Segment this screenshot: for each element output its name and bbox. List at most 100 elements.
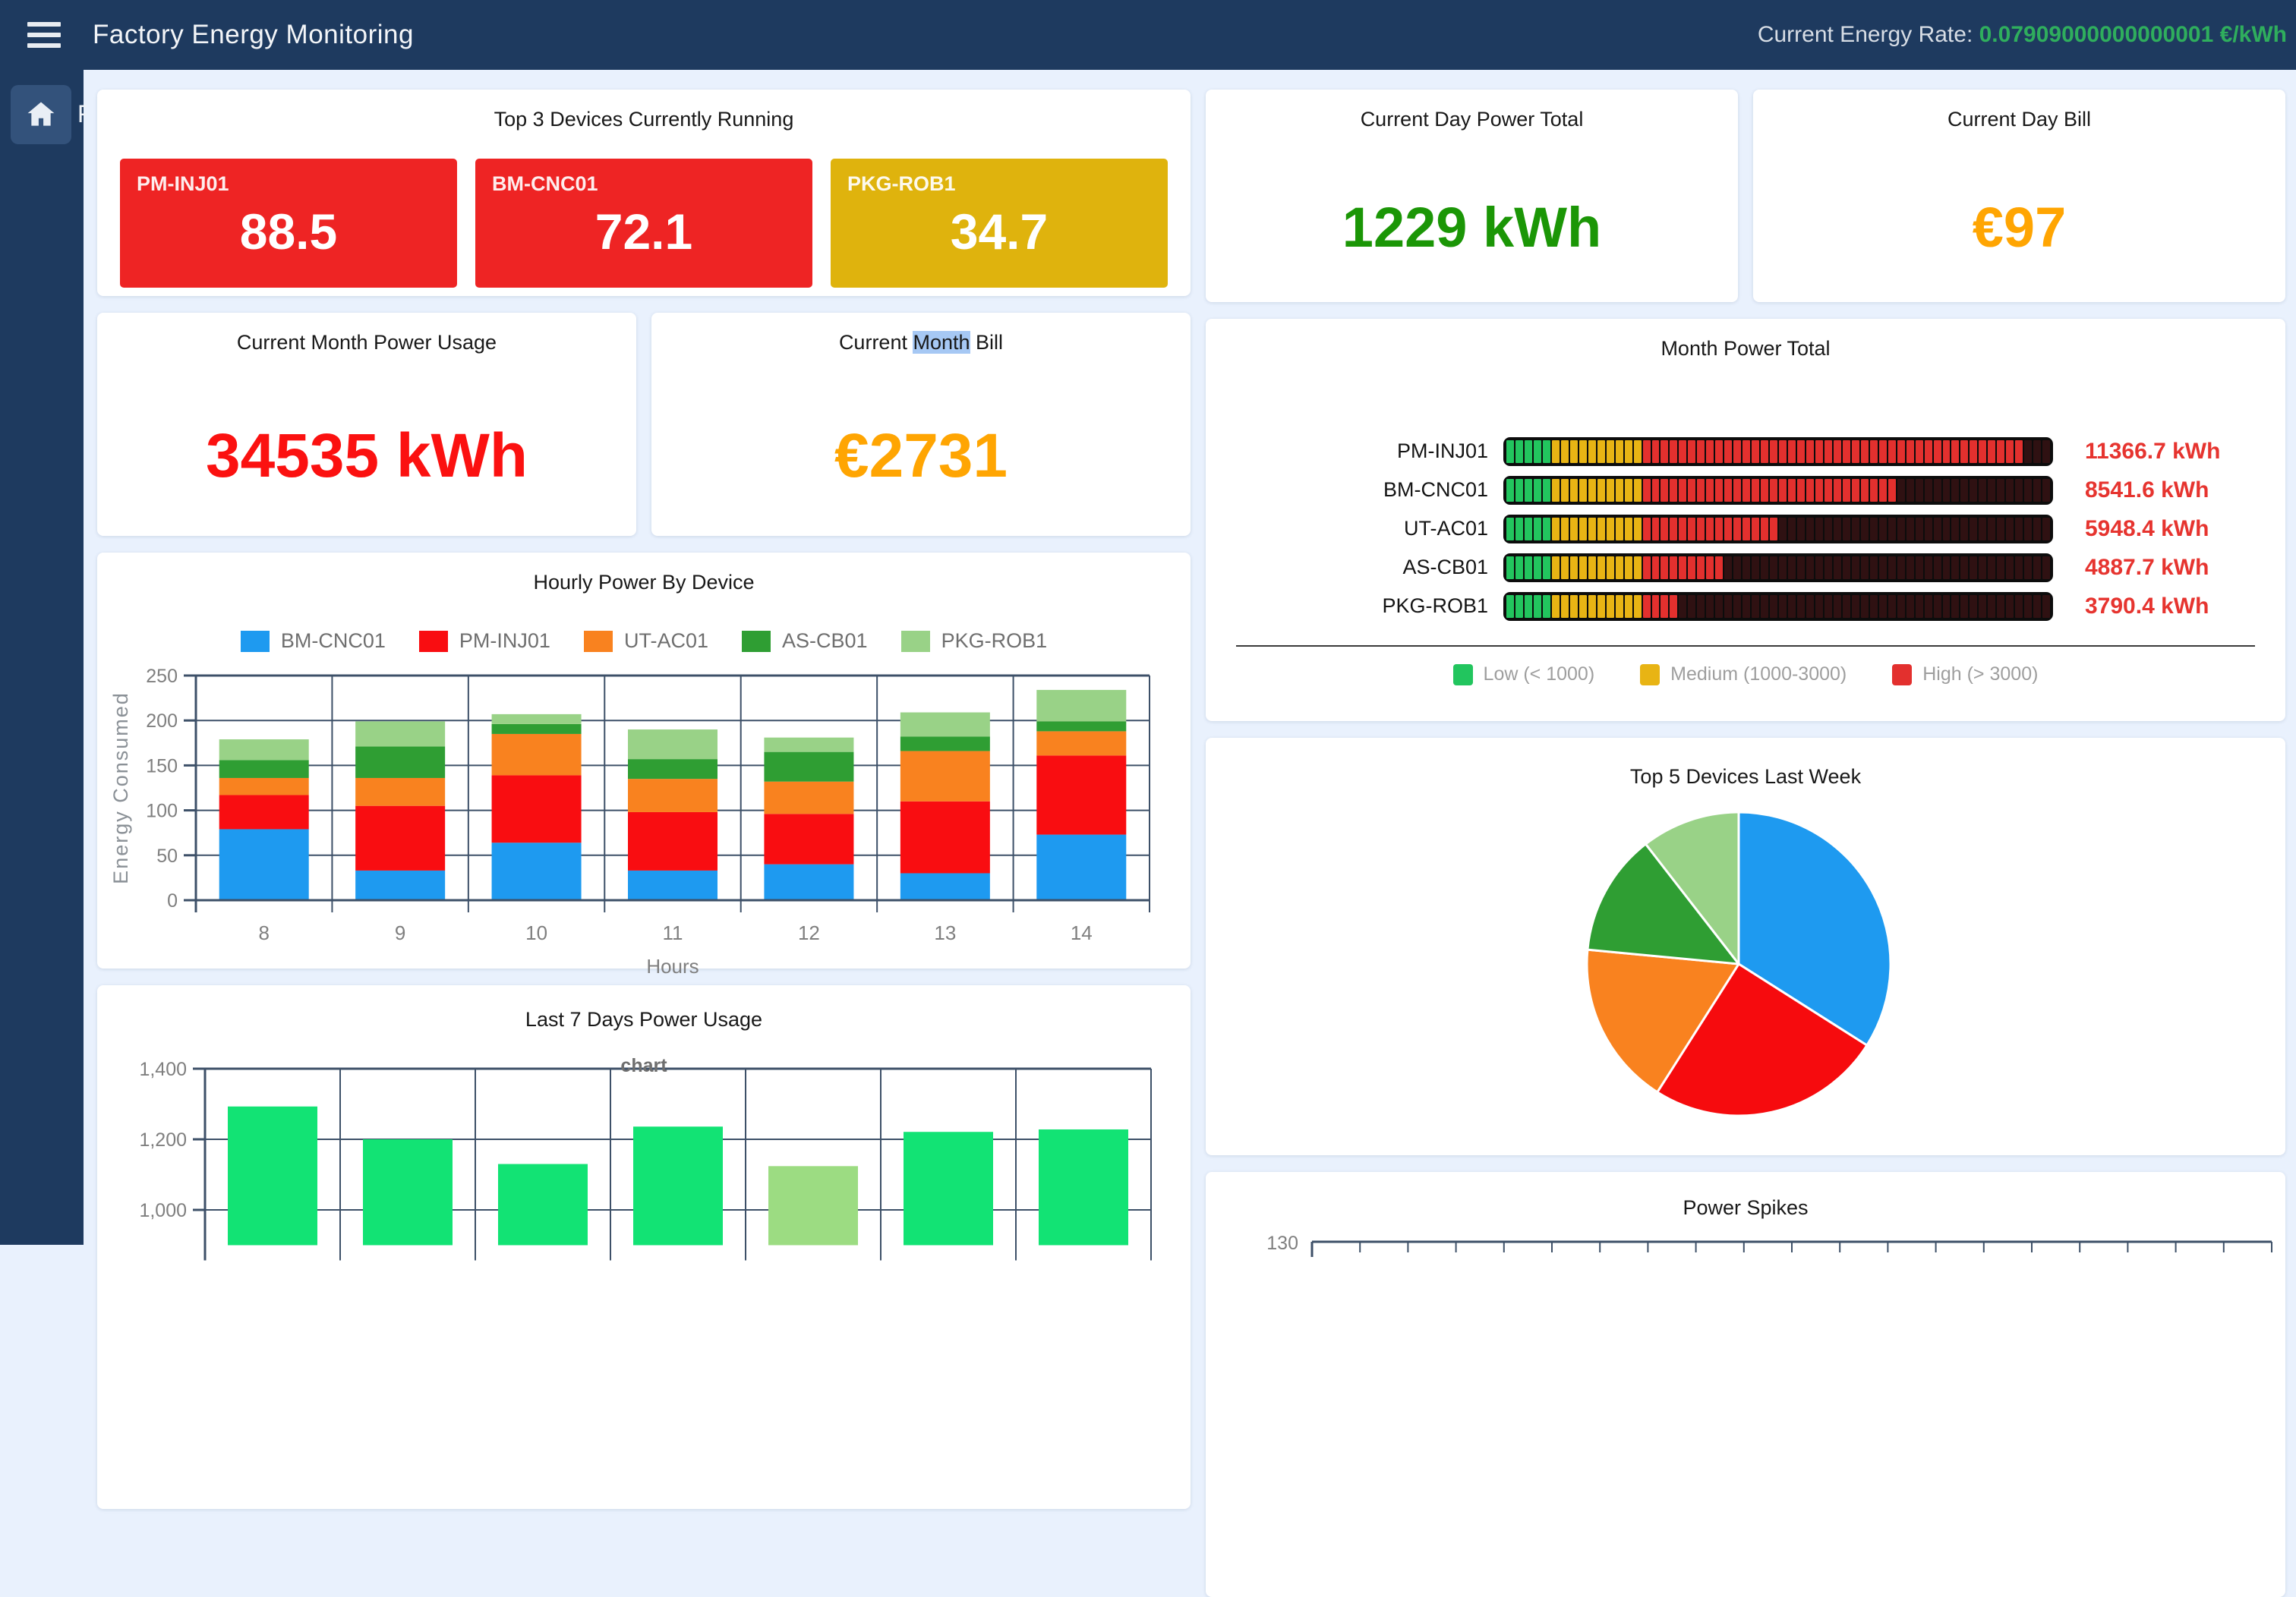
month-total-legend: Low (< 1000) Medium (1000-3000) High (> 30… xyxy=(1206,663,2285,685)
day-power-title: Current Day Power Total xyxy=(1206,90,1738,131)
energy-rate-label: Current Energy Rate: xyxy=(1758,22,1973,47)
gauge-bar xyxy=(1503,592,2053,621)
last7-title: Last 7 Days Power Usage xyxy=(97,1008,1191,1032)
energy-rate-unit: €/kWh xyxy=(2220,22,2287,47)
day-power-value: 1229 kWh xyxy=(1206,142,1738,313)
legend-item: Low (< 1000) xyxy=(1453,663,1595,685)
svg-text:0: 0 xyxy=(167,890,178,912)
legend-swatch xyxy=(419,631,448,652)
svg-text:1,000: 1,000 xyxy=(139,1200,187,1221)
panel-hourly-power: Hourly Power By Device BM-CNC01 PM-INJ01 U… xyxy=(97,553,1191,969)
gauge-row: UT-AC015948.4 kWh xyxy=(1206,509,2285,548)
month-total-title: Month Power Total xyxy=(1206,319,2285,361)
legend-item: PM-INJ01 xyxy=(419,629,550,653)
legend-item: BM-CNC01 xyxy=(241,629,386,653)
legend-swatch xyxy=(1640,664,1660,685)
panel-power-spikes: Power Spikes 130 xyxy=(1206,1172,2285,1597)
gauge-device-label: PM-INJ01 xyxy=(1206,439,1503,463)
legend-swatch xyxy=(1453,664,1473,685)
legend-item: High (> 3000) xyxy=(1892,663,2038,685)
dashboard-content: Top 3 Devices Currently Running PM-INJ01… xyxy=(84,70,2296,1245)
svg-text:150: 150 xyxy=(146,755,178,776)
top5-pie-chart xyxy=(1206,738,2285,1155)
gauge-row: PM-INJ01 11366.7 kWh xyxy=(1206,432,2285,471)
svg-text:Hours: Hours xyxy=(646,955,699,978)
gauge-bar xyxy=(1503,437,2053,466)
legend-item: PKG-ROB1 xyxy=(901,629,1048,653)
menu-icon[interactable] xyxy=(27,22,61,48)
month-power-title: Current Month Power Usage xyxy=(97,313,636,354)
spikes-title: Power Spikes xyxy=(1206,1196,2285,1220)
gauge-bar xyxy=(1503,553,2053,582)
gauge-row: PKG-ROB13790.4 kWh xyxy=(1206,587,2285,625)
panel-last7-days: Last 7 Days Power Usage chart 1,4001,200… xyxy=(97,985,1191,1509)
device-card-name: PKG-ROB1 xyxy=(847,172,956,196)
gauge-row: AS-CB01 4887.7 kWh xyxy=(1206,548,2285,587)
power-spikes-chart: 130 xyxy=(1206,1172,2285,1597)
panel-top3-title: Top 3 Devices Currently Running xyxy=(97,90,1191,131)
legend-item: UT-AC01 xyxy=(584,629,708,653)
svg-text:10: 10 xyxy=(525,921,547,944)
app-title: Factory Energy Monitoring xyxy=(93,20,414,50)
panel-month-total: Month Power Total PM-INJ01 11366.7 kWh BM-… xyxy=(1206,319,2285,721)
panel-top5-pie: Top 5 Devices Last Week xyxy=(1206,738,2285,1155)
svg-text:130: 130 xyxy=(1266,1233,1298,1254)
gauge-bar xyxy=(1503,476,2053,505)
clipped-nav-label: F xyxy=(77,100,87,131)
gauge-row: BM-CNC01 8541.6 kWh xyxy=(1206,471,2285,509)
hourly-legend: BM-CNC01 PM-INJ01 UT-AC01 AS-CB01 PKG-ROB1 xyxy=(97,629,1191,653)
svg-text:Energy Consumed: Energy Consumed xyxy=(109,691,132,884)
panel-top3-devices: Top 3 Devices Currently Running PM-INJ01… xyxy=(97,90,1191,296)
device-card-value: 88.5 xyxy=(120,203,457,260)
device-card-name: BM-CNC01 xyxy=(492,172,598,196)
last7-subtitle: chart xyxy=(97,1055,1191,1077)
hourly-title: Hourly Power By Device xyxy=(97,553,1191,594)
home-icon xyxy=(24,98,58,131)
month-total-gauges: PM-INJ01 11366.7 kWh BM-CNC01 8541.6 kWh UT-… xyxy=(1206,432,2285,625)
svg-text:250: 250 xyxy=(146,666,178,687)
legend-swatch xyxy=(901,631,930,652)
legend-swatch xyxy=(584,631,613,652)
legend-swatch xyxy=(1892,664,1912,685)
day-bill-value: €97 xyxy=(1753,142,2285,313)
svg-text:1,200: 1,200 xyxy=(139,1129,187,1151)
pie-title: Top 5 Devices Last Week xyxy=(1206,765,2285,789)
svg-text:12: 12 xyxy=(798,921,820,944)
svg-text:100: 100 xyxy=(146,801,178,822)
svg-text:11: 11 xyxy=(663,921,683,944)
gauge-device-label: BM-CNC01 xyxy=(1206,478,1503,502)
gauge-value: 11366.7 kWh xyxy=(2085,439,2220,465)
divider xyxy=(1236,645,2255,647)
home-button[interactable] xyxy=(11,85,71,144)
svg-text:200: 200 xyxy=(146,710,178,732)
panel-month-power: Current Month Power Usage 34535 kWh xyxy=(97,313,636,536)
legend-swatch xyxy=(241,631,270,652)
sidebar: F xyxy=(0,70,84,1245)
selected-text: Month xyxy=(913,331,970,354)
panel-day-power: Current Day Power Total 1229 kWh xyxy=(1206,90,1738,302)
gauge-device-label: AS-CB01 xyxy=(1206,556,1503,579)
device-cards: PM-INJ01 88.5 BM-CNC01 72.1 PKG-ROB1 34.… xyxy=(97,131,1191,288)
legend-item: AS-CB01 xyxy=(742,629,868,653)
gauge-bar xyxy=(1503,515,2053,543)
device-card: PM-INJ01 88.5 xyxy=(120,159,457,288)
gauge-value: 5948.4 kWh xyxy=(2085,516,2209,542)
gauge-value: 4887.7 kWh xyxy=(2085,555,2209,581)
legend-swatch xyxy=(742,631,771,652)
energy-rate-value: 0.07909000000000001 xyxy=(1979,22,2214,47)
panel-day-bill: Current Day Bill €97 xyxy=(1753,90,2285,302)
svg-text:8: 8 xyxy=(258,921,269,944)
month-bill-title: Current Month Bill xyxy=(651,313,1191,354)
device-card: PKG-ROB1 34.7 xyxy=(831,159,1168,288)
energy-rate: Current Energy Rate: 0.07909000000000001… xyxy=(1758,22,2287,48)
svg-text:9: 9 xyxy=(395,921,405,944)
gauge-value: 8541.6 kWh xyxy=(2085,477,2209,503)
month-bill-value: €2731 xyxy=(651,365,1191,547)
gauge-value: 3790.4 kWh xyxy=(2085,594,2209,619)
hourly-stacked-bar-chart: 050100150200250891011121314HoursEnergy C… xyxy=(97,653,1191,978)
device-card: BM-CNC01 72.1 xyxy=(475,159,812,288)
svg-text:14: 14 xyxy=(1071,921,1093,944)
svg-text:13: 13 xyxy=(934,921,956,944)
legend-item: Medium (1000-3000) xyxy=(1640,663,1847,685)
device-card-name: PM-INJ01 xyxy=(137,172,229,196)
